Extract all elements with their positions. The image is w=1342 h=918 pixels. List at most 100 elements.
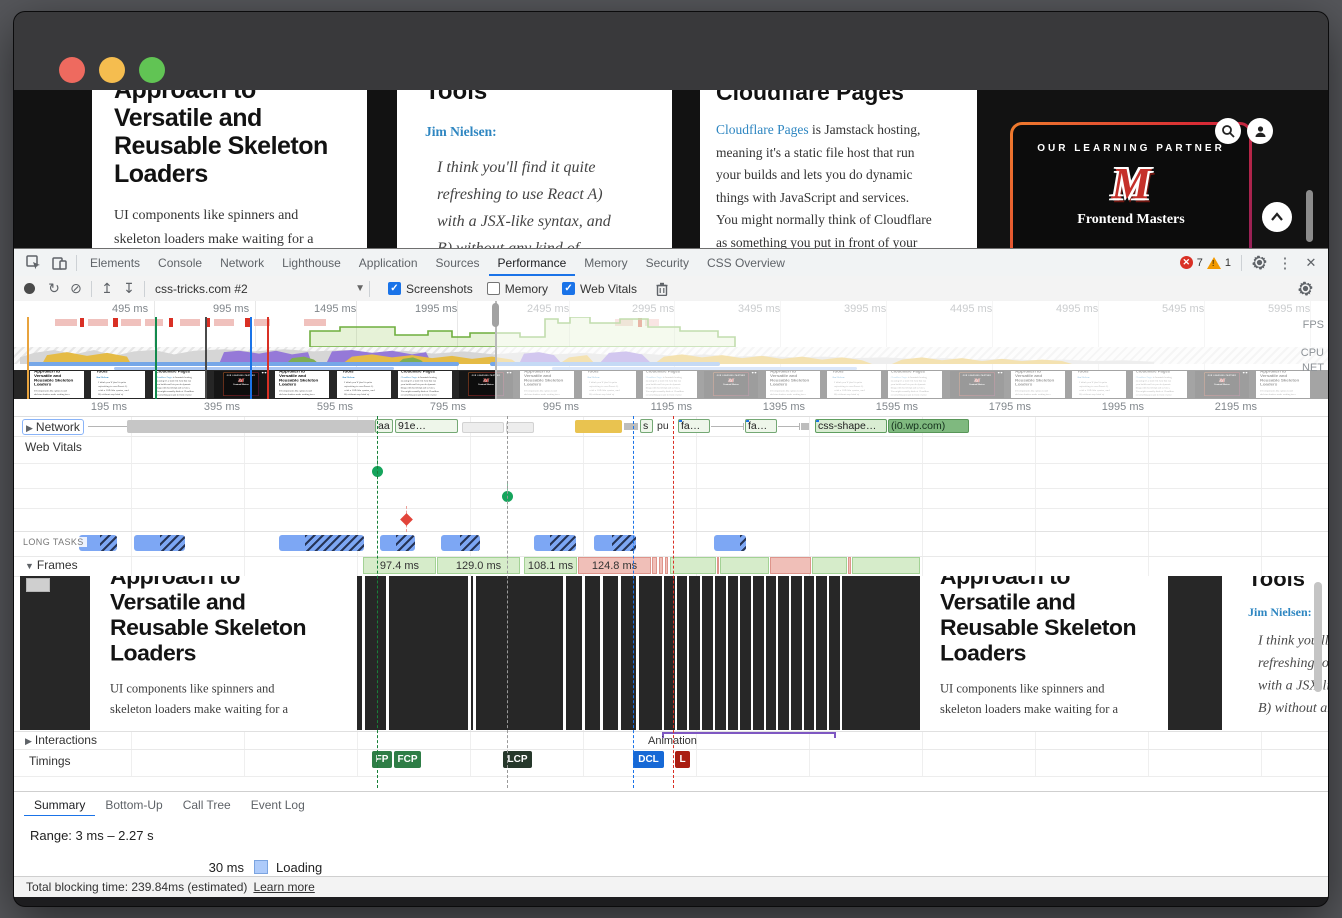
tab-application[interactable]: Application — [350, 250, 427, 276]
timing-badge-l[interactable]: L — [675, 751, 690, 768]
window-titlebar[interactable] — [14, 12, 1328, 90]
frame-duration-chip[interactable] — [852, 557, 920, 574]
article-byline-link[interactable]: Jim Nielsen: — [425, 124, 672, 140]
network-request-chip[interactable]: s — [640, 419, 653, 433]
tab-console[interactable]: Console — [149, 250, 211, 276]
web-vitals-track[interactable]: Web Vitals — [14, 436, 1328, 464]
frame-duration-chip[interactable] — [720, 557, 769, 574]
long-task-bar[interactable] — [380, 535, 415, 551]
reload-and-record-button[interactable]: ↻ — [43, 280, 65, 297]
close-window-button[interactable] — [59, 57, 85, 83]
tab-memory[interactable]: Memory — [575, 250, 636, 276]
timing-badge-fcp[interactable]: FCP — [394, 751, 421, 768]
long-task-bar[interactable] — [441, 535, 480, 551]
minimize-window-button[interactable] — [99, 57, 125, 83]
cloudflare-pages-link[interactable]: Cloudflare Pages — [716, 122, 809, 137]
frame-duration-chip[interactable] — [717, 557, 719, 574]
timing-badge-dcl[interactable]: DCL — [633, 751, 664, 768]
tab-sources[interactable]: Sources — [427, 250, 489, 276]
timing-badge-fp[interactable]: FP — [372, 751, 392, 768]
details-tab-call-tree[interactable]: Call Tree — [173, 793, 241, 817]
network-request-chip[interactable]: (i0.wp.com) — [888, 419, 969, 433]
filmstrip-tile[interactable]: ToolsJim Nielsen:I think you'll find it … — [91, 371, 145, 398]
checkbox-memory[interactable]: Memory — [487, 282, 548, 296]
tab-performance[interactable]: Performance — [489, 250, 576, 276]
issues-badges[interactable]: ✕ 7 1 — [1174, 256, 1237, 269]
frame-duration-chip[interactable]: 124.8 ms — [578, 557, 651, 574]
frame-duration-chip[interactable] — [652, 557, 657, 574]
network-request-chip[interactable]: fa… — [678, 419, 710, 433]
checkbox-screenshots[interactable]: ✓Screenshots — [388, 282, 473, 296]
scroll-to-top-button[interactable] — [1262, 202, 1292, 232]
timings-track[interactable]: Timings FPFCPLCPDCLL — [14, 749, 1328, 777]
frame-duration-chip[interactable]: 108.1 ms — [524, 557, 577, 574]
frame-duration-chip[interactable] — [665, 557, 668, 574]
interactions-track[interactable]: ▶Interactions Animation — [14, 731, 1328, 750]
details-tab-bottom-up[interactable]: Bottom-Up — [95, 793, 172, 817]
long-task-bar[interactable] — [714, 535, 746, 551]
devtools-close-button[interactable]: ✕ — [1298, 250, 1324, 276]
garbage-collect-button[interactable] — [649, 276, 675, 302]
maximize-window-button[interactable] — [139, 57, 165, 83]
filmstrip-tile[interactable]: Approach toVersatile andReusable Skeleto… — [275, 371, 329, 398]
device-toolbar-button[interactable] — [46, 250, 72, 276]
network-request-bar[interactable] — [462, 422, 504, 433]
profile-select[interactable]: css-tricks.com #2 ▼ — [155, 282, 365, 296]
filmstrip-tile[interactable]: Approach toVersatile andReusable Skeleto… — [30, 371, 84, 398]
long-tasks-lane[interactable]: LONG TASKS — [14, 531, 1328, 557]
record-button[interactable] — [24, 283, 35, 294]
network-request-bar[interactable] — [127, 420, 375, 433]
details-scrollbar-thumb[interactable] — [1314, 582, 1322, 692]
long-task-bar[interactable] — [534, 535, 576, 551]
network-track[interactable]: ▶Network aa91e…spufa…fa…css-shape…(i0.wp… — [14, 416, 1328, 437]
tab-css-overview[interactable]: CSS Overview — [698, 250, 794, 276]
frames-track[interactable]: ▼Frames 97.4 ms129.0 ms108.1 ms124.8 ms — [14, 556, 1328, 577]
frame-duration-chip[interactable] — [848, 557, 851, 574]
save-profile-button[interactable]: ↥ — [96, 280, 118, 297]
learning-partner-card[interactable]: OUR LEARNING PARTNER M Frontend Masters — [1010, 122, 1252, 248]
filmstrip-frame[interactable]: ToolsJim Nielsen:I think you'll find it … — [1222, 576, 1328, 731]
filmstrip-frame[interactable]: Approach toVersatile andReusable Skeleto… — [90, 576, 357, 731]
page-account-button[interactable] — [1247, 118, 1273, 144]
network-request-bar[interactable] — [575, 420, 622, 433]
overview-window-handle[interactable] — [492, 303, 499, 327]
network-request-chip[interactable]: css-shape… — [815, 419, 887, 433]
filmstrip-track[interactable]: Approach toVersatile andReusable Skeleto… — [14, 576, 1328, 732]
filmstrip-tile[interactable]: ToolsJim Nielsen:I think you'll find it … — [337, 371, 391, 398]
capture-settings-button[interactable] — [1292, 276, 1318, 302]
long-task-bar[interactable] — [279, 535, 364, 551]
long-task-bar[interactable] — [134, 535, 185, 551]
filmstrip-tile[interactable]: Cloudflare PagesCloudflare Pages is Jams… — [153, 371, 207, 398]
animation-bar[interactable] — [662, 732, 836, 734]
checkbox-web-vitals[interactable]: ✓Web Vitals — [562, 282, 637, 296]
frame-duration-chip[interactable] — [670, 557, 716, 574]
partial-frame-chip[interactable] — [26, 578, 50, 592]
frame-duration-chip[interactable] — [770, 557, 811, 574]
network-request-bar[interactable] — [506, 422, 534, 433]
timeline-overview[interactable]: 495 ms995 ms1495 ms1995 ms2495 ms2995 ms… — [14, 301, 1328, 400]
devtools-settings-button[interactable] — [1246, 250, 1272, 276]
frame-duration-chip[interactable] — [659, 557, 663, 574]
long-task-bar[interactable] — [594, 535, 636, 551]
filmstrip-tile[interactable]: OUR LEARNING PARTNERMFrontend Masters — [214, 371, 268, 398]
details-tab-summary[interactable]: Summary — [24, 793, 95, 817]
filmstrip-frame[interactable]: Approach toVersatile andReusable Skeleto… — [920, 576, 1168, 731]
frames-track-label[interactable]: ▼Frames — [22, 558, 81, 572]
learn-more-link[interactable]: Learn more — [253, 880, 314, 894]
inspect-element-button[interactable] — [20, 250, 46, 276]
load-profile-button[interactable]: ↧ — [118, 280, 140, 297]
timeline-details[interactable]: 195 ms395 ms595 ms795 ms995 ms1195 ms139… — [14, 399, 1328, 776]
page-search-button[interactable] — [1215, 118, 1241, 144]
frame-duration-chip[interactable] — [812, 557, 847, 574]
tab-network[interactable]: Network — [211, 250, 273, 276]
tab-lighthouse[interactable]: Lighthouse — [273, 250, 350, 276]
network-request-chip[interactable]: fa… — [745, 419, 777, 433]
network-request-chip[interactable]: 91e… — [395, 419, 458, 433]
filmstrip-tile[interactable]: Cloudflare PagesCloudflare Pages is Jams… — [398, 371, 452, 398]
interactions-track-label[interactable]: ▶Interactions — [22, 733, 100, 747]
page-scrollbar-thumb[interactable] — [1306, 190, 1313, 242]
network-request-bar[interactable] — [801, 423, 809, 430]
devtools-menu-button[interactable]: ⋮ — [1272, 250, 1298, 276]
network-track-label[interactable]: ▶Network — [22, 419, 84, 435]
tab-security[interactable]: Security — [637, 250, 698, 276]
